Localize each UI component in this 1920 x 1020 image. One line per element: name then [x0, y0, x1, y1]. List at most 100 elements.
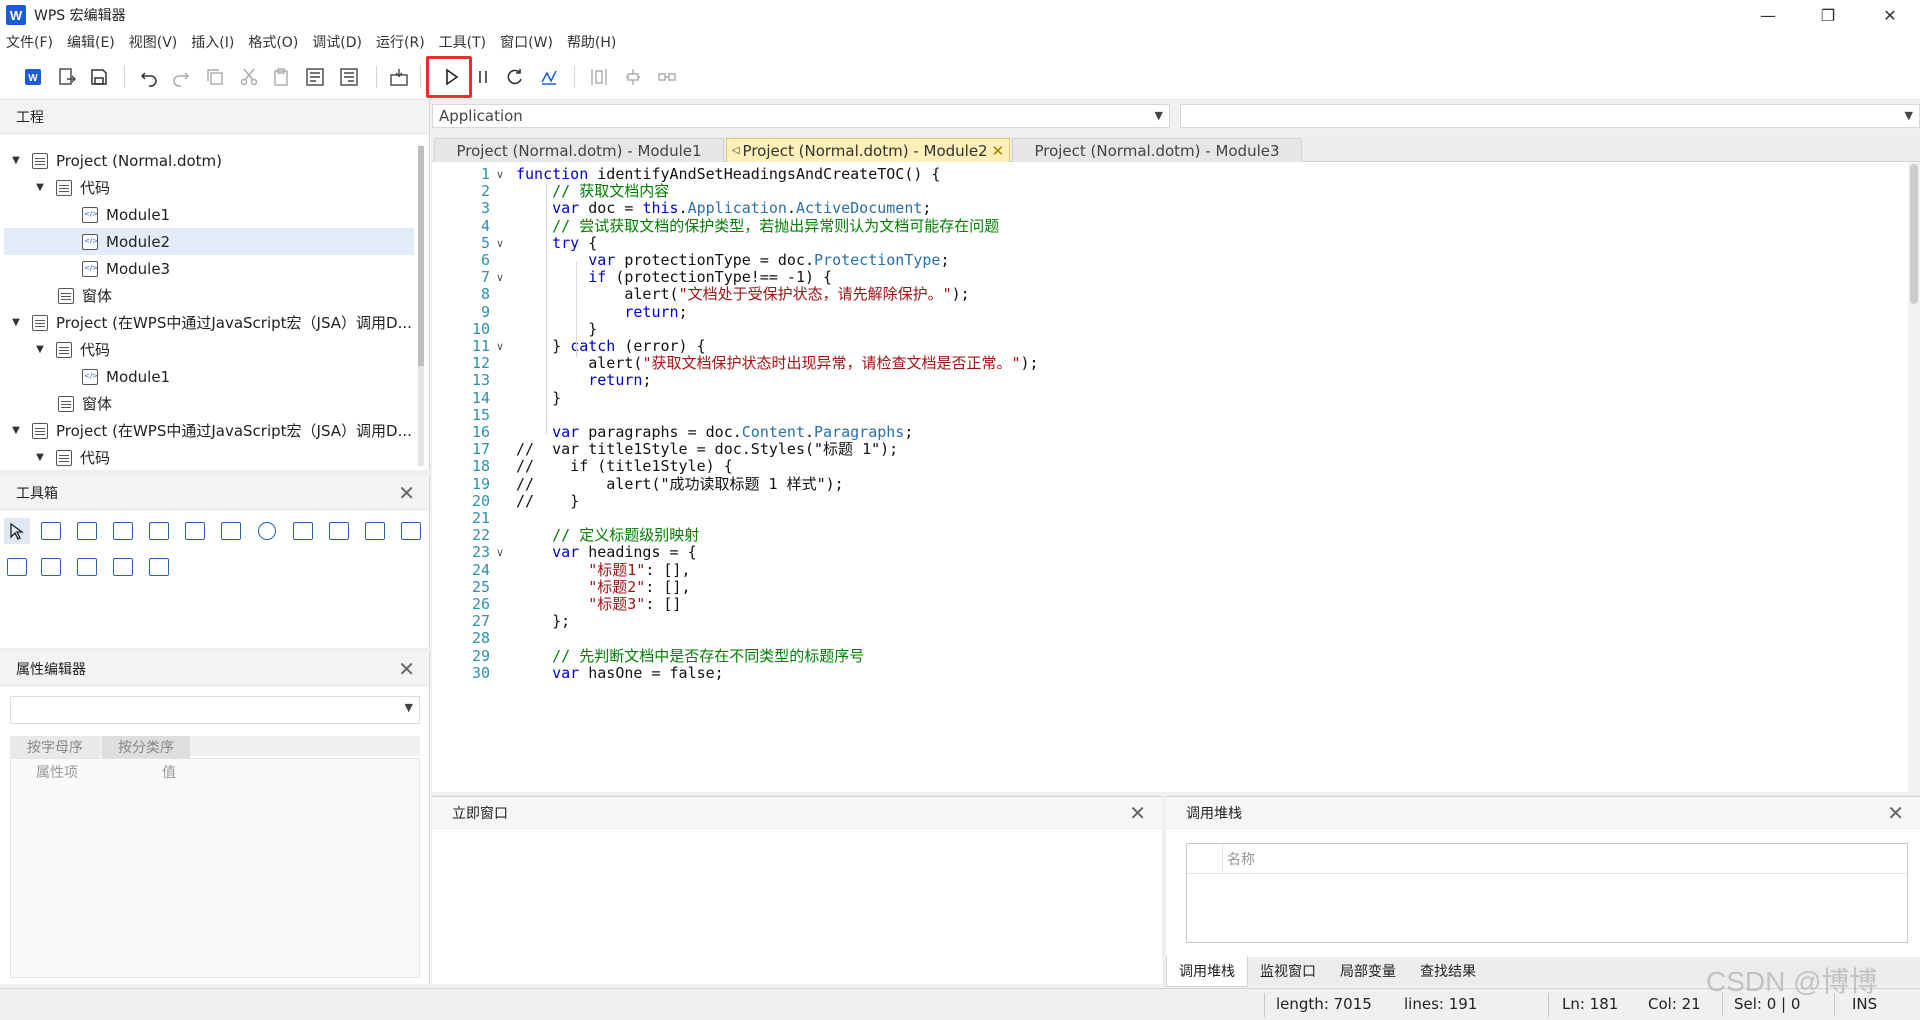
call-stack-list[interactable]: 名称 — [1186, 843, 1908, 943]
code-line[interactable]: // } — [516, 491, 579, 512]
cut-icon[interactable] — [236, 64, 262, 90]
multipage-tool-icon[interactable] — [38, 554, 64, 580]
fold-toggle-icon[interactable]: ∨ — [496, 267, 504, 288]
menu-file[interactable]: 文件(F) — [6, 32, 53, 52]
refedit-tool-icon[interactable] — [110, 554, 136, 580]
menu-tools[interactable]: 工具(T) — [439, 32, 486, 52]
menu-window[interactable]: 窗口(W) — [500, 32, 553, 52]
step-over-icon[interactable] — [620, 64, 646, 90]
tab-find-results[interactable]: 查找结果 — [1408, 956, 1488, 986]
paste-icon[interactable] — [268, 64, 294, 90]
project-scroll-thumb[interactable] — [418, 146, 424, 366]
frame-tool-icon[interactable] — [182, 518, 208, 544]
scrollbar-tool-icon[interactable] — [362, 518, 388, 544]
menu-debug[interactable]: 调试(D) — [312, 32, 362, 52]
tab-module1[interactable]: Project (Normal.dotm) - Module1 — [434, 138, 724, 162]
tree-item-form[interactable]: 窗体 — [58, 390, 112, 417]
tree-item-project-jsa-1[interactable]: ▼ Project (在WPS中通过JavaScript宏（JSA）调用D... — [10, 309, 412, 336]
object-selector[interactable]: ▼ — [10, 696, 420, 724]
tab-call-stack[interactable]: 调用堆栈 — [1166, 955, 1248, 987]
command-button-tool-icon[interactable] — [38, 518, 64, 544]
restore-icon[interactable]: ❐ — [1800, 0, 1856, 30]
immediate-close-icon[interactable]: ✕ — [1129, 803, 1146, 823]
tab-close-icon[interactable]: ✕ — [992, 142, 1005, 160]
tab-watch[interactable]: 监视窗口 — [1248, 956, 1328, 986]
tree-item-project-jsa-2[interactable]: ▼ Project (在WPS中通过JavaScript宏（JSA）调用D... — [10, 417, 412, 444]
tree-item-code-folder[interactable]: ▼ 代码 — [34, 336, 110, 363]
tab-locals[interactable]: 局部变量 — [1328, 956, 1408, 986]
tree-item-code-folder[interactable]: ▼ 代码 — [34, 174, 110, 201]
toolbox-panel: 工具箱 ✕ — [0, 476, 430, 648]
option-button-tool-icon[interactable] — [254, 518, 280, 544]
tab-module2[interactable]: ◁ Project (Normal.dotm) - Module2 ✕ — [726, 138, 1010, 162]
toolbox-close-icon[interactable]: ✕ — [398, 483, 415, 503]
menu-format[interactable]: 格式(O) — [248, 32, 298, 52]
menu-edit[interactable]: 编辑(E) — [67, 32, 115, 52]
tree-label: 窗体 — [82, 395, 113, 413]
listbox-tool-icon[interactable] — [290, 518, 316, 544]
immediate-window[interactable]: 立即窗口 ✕ — [432, 796, 1162, 984]
fold-toggle-icon[interactable]: ∨ — [496, 542, 504, 563]
tree-item-module2[interactable]: Module2 — [82, 228, 170, 255]
run-button-highlight — [426, 56, 472, 98]
call-stack-close-icon[interactable]: ✕ — [1887, 803, 1904, 823]
step-into-icon[interactable] — [586, 64, 612, 90]
step-out-icon[interactable] — [654, 64, 680, 90]
object-combo[interactable]: Application ▼ — [432, 104, 1170, 128]
debug-icon[interactable] — [536, 64, 562, 90]
import-icon[interactable] — [54, 64, 80, 90]
tree-item-code-folder[interactable]: ▼ 代码 — [34, 444, 110, 471]
tab-categorized[interactable]: 按分类序 — [102, 736, 190, 758]
calendar-tool-icon[interactable] — [146, 554, 172, 580]
code-line[interactable]: }; — [516, 611, 570, 632]
tabstrip-tool-icon[interactable] — [4, 554, 30, 580]
menu-view[interactable]: 视图(V) — [129, 32, 178, 52]
menu-help[interactable]: 帮助(H) — [567, 32, 616, 52]
reset-icon[interactable] — [502, 64, 528, 90]
pin-icon: ◁ — [731, 145, 740, 156]
label-tool-icon[interactable] — [74, 518, 100, 544]
copy-icon[interactable] — [202, 64, 228, 90]
window-title: WPS 宏编辑器 — [34, 8, 126, 24]
pointer-tool-icon[interactable] — [4, 518, 30, 544]
tree-item-module3[interactable]: Module3 — [82, 255, 170, 282]
tree-item-form[interactable]: 窗体 — [58, 282, 112, 309]
save-icon[interactable] — [86, 64, 112, 90]
property-editor-close-icon[interactable]: ✕ — [398, 659, 415, 679]
code-line[interactable]: var hasOne = false; — [516, 663, 724, 684]
close-icon[interactable]: ✕ — [1862, 0, 1918, 30]
spin-button-tool-icon[interactable] — [326, 518, 352, 544]
tab-module3[interactable]: Project (Normal.dotm) - Module3 — [1012, 138, 1302, 162]
redo-icon[interactable] — [168, 64, 194, 90]
title-bar: W WPS 宏编辑器 — ❐ ✕ — [0, 0, 1920, 30]
combobox-tool-icon[interactable] — [146, 518, 172, 544]
indent-guide — [576, 262, 577, 357]
call-stack-title: 调用堆栈 ✕ — [1166, 797, 1920, 829]
fold-toggle-icon[interactable]: ∨ — [496, 336, 504, 357]
wps-doc-icon[interactable]: W — [20, 64, 46, 90]
toggle-button-tool-icon[interactable] — [74, 554, 100, 580]
macro-design-icon[interactable] — [386, 64, 412, 90]
editor-scroll-thumb[interactable] — [1910, 164, 1918, 304]
menu-insert[interactable]: 插入(I) — [191, 32, 234, 52]
pause-icon[interactable] — [470, 64, 496, 90]
app-icon: W — [6, 5, 26, 25]
indent-icon[interactable] — [302, 64, 328, 90]
tree-selection — [4, 228, 414, 255]
textbox-tool-icon[interactable] — [110, 518, 136, 544]
fold-toggle-icon[interactable]: ∨ — [496, 164, 504, 185]
image-tool-icon[interactable] — [398, 518, 424, 544]
procedure-combo[interactable]: ▼ — [1180, 104, 1920, 128]
tree-item-module1[interactable]: Module1 — [82, 363, 170, 390]
tree-item-module1[interactable]: Module1 — [82, 201, 170, 228]
fold-toggle-icon[interactable]: ∨ — [496, 233, 504, 254]
code-line[interactable]: } — [516, 388, 561, 409]
undo-icon[interactable] — [136, 64, 162, 90]
outdent-icon[interactable] — [336, 64, 362, 90]
code-editor[interactable]: 1 ∨ function identifyAndSetHeadingsAndCrea… — [432, 162, 1908, 792]
tab-alphabetic[interactable]: 按字母序 — [10, 736, 100, 758]
tree-item-project-normal[interactable]: ▼ Project (Normal.dotm) — [10, 147, 222, 174]
checkbox-tool-icon[interactable] — [218, 518, 244, 544]
menu-run[interactable]: 运行(R) — [376, 32, 425, 52]
minimize-icon[interactable]: — — [1740, 0, 1796, 30]
